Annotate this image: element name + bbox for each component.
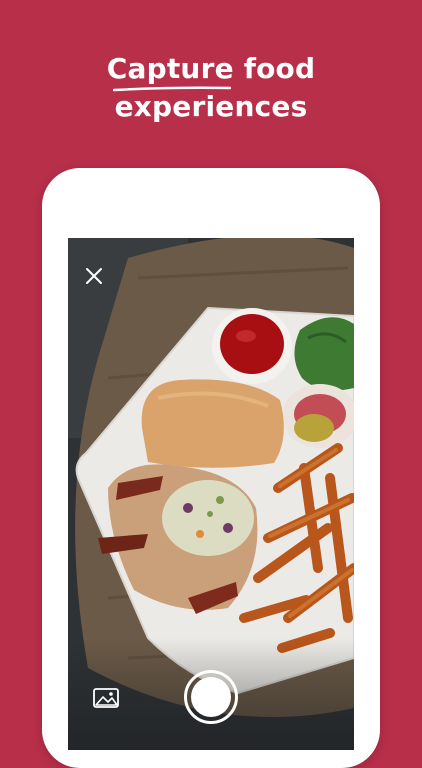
- close-button[interactable]: [82, 264, 106, 288]
- headline-underline: [113, 86, 231, 92]
- camera-screen: [68, 238, 354, 750]
- app-screen: { "headline": { "line1": "Capture food",…: [0, 0, 422, 768]
- gallery-button[interactable]: [92, 686, 120, 710]
- close-icon: [86, 268, 102, 284]
- image-gallery-icon: [93, 688, 119, 708]
- shutter-button-icon: [191, 677, 231, 717]
- headline-line-2: experiences: [114, 90, 308, 123]
- shutter-button[interactable]: [184, 670, 238, 724]
- headline-line-1: Capture food: [106, 52, 316, 85]
